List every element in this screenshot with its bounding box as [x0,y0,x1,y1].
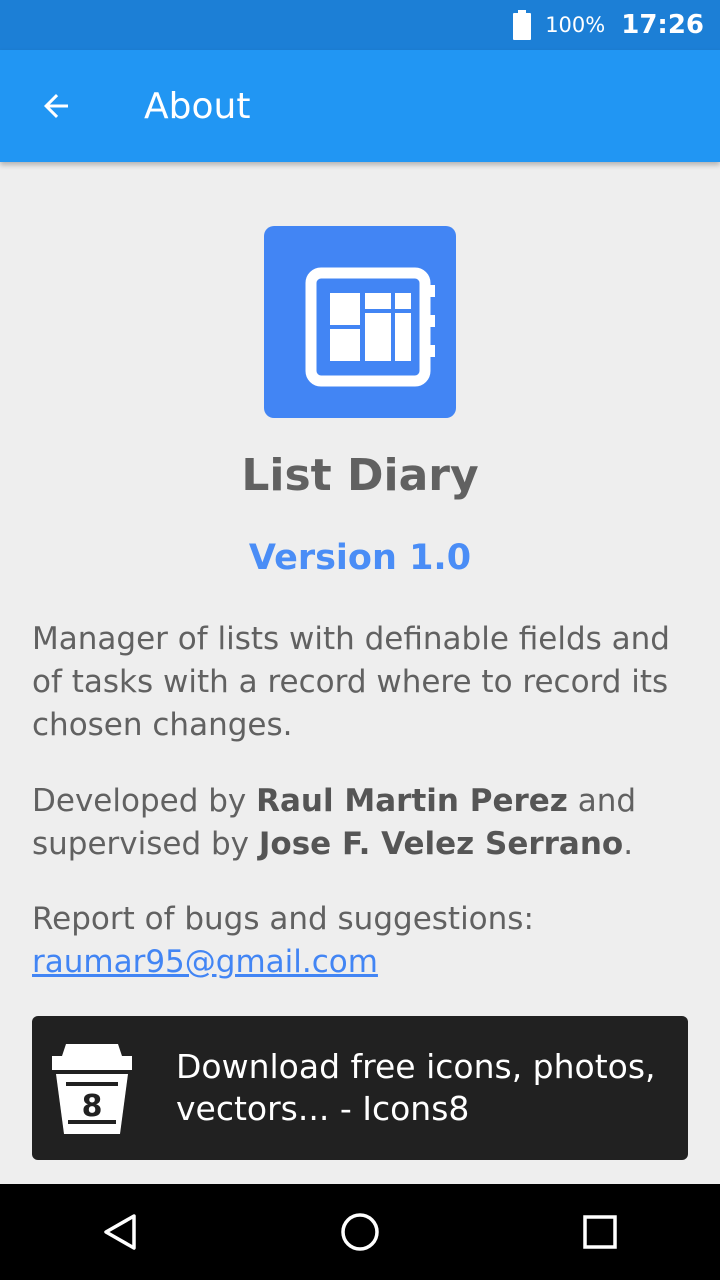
back-button[interactable] [0,50,112,162]
navigation-bar [0,1184,720,1280]
credits-suffix: . [623,826,634,862]
email-link[interactable]: raumar95@gmail.com [32,944,378,980]
supervisor-name: Jose F. Velez Serrano [258,826,624,862]
battery-percent: 100% [545,13,606,37]
square-recents-icon [583,1215,617,1249]
app-description: Manager of lists with definable fields a… [32,621,670,743]
icons8-banner[interactable]: 8 Download free icons, photos, vectors..… [32,1016,688,1160]
clock: 17:26 [621,10,704,40]
report-section: Report of bugs and suggestions: raumar95… [32,898,692,984]
nav-back-button[interactable] [60,1184,180,1280]
triangle-back-icon [104,1214,136,1250]
nav-home-button[interactable] [300,1184,420,1280]
app-bar: About [0,50,720,162]
icons8-icon: 8 [32,1016,152,1160]
page-title: About [144,85,251,127]
app-logo-icon [264,226,456,418]
nav-recents-button[interactable] [540,1184,660,1280]
credits-text: Developed by Raul Martin Perez and super… [32,780,692,866]
circle-home-icon [341,1213,379,1251]
report-label: Report of bugs and suggestions: [32,901,534,937]
arrow-left-icon [44,94,68,118]
status-bar: 100% 17:26 [0,0,720,50]
app-name: List Diary [241,450,479,501]
developer-name: Raul Martin Perez [256,783,568,819]
banner-text: Download free icons, photos, vectors... … [176,1047,656,1128]
app-version: Version 1.0 [248,538,472,578]
icons8-digit: 8 [82,1089,103,1124]
credits-prefix: Developed by [32,783,257,819]
battery-icon [513,10,532,40]
